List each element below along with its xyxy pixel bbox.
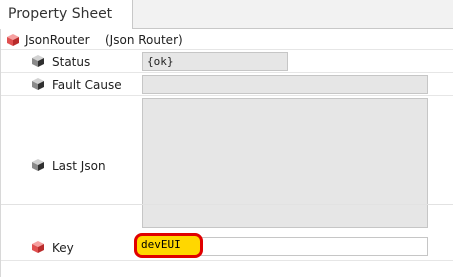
tab-bar: Property Sheet xyxy=(0,0,453,29)
root-row[interactable]: JsonRouter (Json Router) xyxy=(1,29,453,50)
row-divider xyxy=(1,204,453,205)
status-value-field[interactable]: {ok} xyxy=(142,52,288,71)
property-row-last-json[interactable]: Last Json xyxy=(1,96,453,236)
component-cube-icon xyxy=(7,34,19,46)
key-cube-icon xyxy=(32,241,44,253)
root-type: (Json Router) xyxy=(105,33,183,47)
property-cube-icon xyxy=(32,78,44,90)
property-label-status: Status xyxy=(52,55,91,69)
property-label-key: Key xyxy=(52,241,74,255)
tab-property-sheet[interactable]: Property Sheet xyxy=(0,0,133,29)
property-row-status[interactable]: Status {ok} xyxy=(1,50,453,73)
property-label-fault-cause: Fault Cause xyxy=(52,78,122,92)
property-row-fault-cause[interactable]: Fault Cause xyxy=(1,73,453,96)
root-name: JsonRouter xyxy=(25,33,90,47)
property-cube-icon xyxy=(32,55,44,67)
property-label-last-json: Last Json xyxy=(52,159,106,173)
last-json-value-area[interactable] xyxy=(142,98,428,228)
property-cube-icon xyxy=(32,159,44,171)
property-sheet: JsonRouter (Json Router) Status {ok} Fau… xyxy=(0,29,453,277)
fault-cause-value-field[interactable] xyxy=(142,75,428,94)
property-row-key[interactable]: Key xyxy=(1,235,453,261)
key-value-text[interactable]: devEUI xyxy=(141,238,181,252)
